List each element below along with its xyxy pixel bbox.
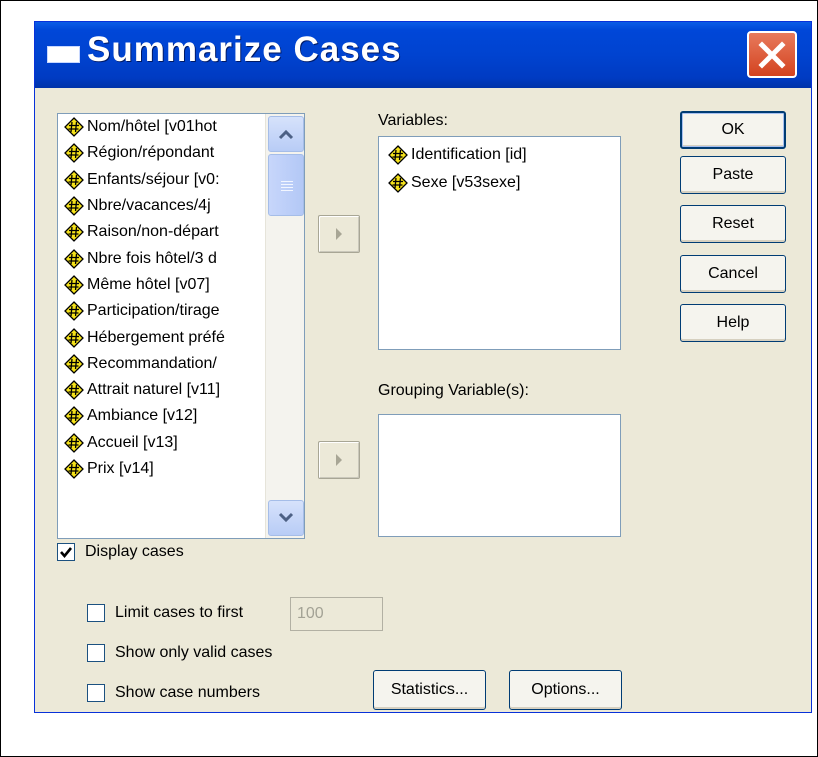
numeric-variable-icon	[64, 275, 84, 295]
reset-button[interactable]: Reset	[680, 205, 786, 243]
title-bar[interactable]: Summarize Cases	[35, 22, 811, 88]
source-item-label: Nom/hôtel [v01hot	[87, 118, 217, 136]
numeric-variable-icon	[64, 301, 84, 322]
source-item-label: Nbre fois hôtel/3 d	[87, 249, 217, 267]
source-list-item[interactable]: Enfants/séjour [v0:	[58, 167, 286, 193]
vertical-scrollbar[interactable]	[265, 114, 304, 538]
variables-list-items: Identification [id] Sexe [v53sexe]	[379, 137, 620, 197]
scroll-down-button[interactable]	[268, 500, 304, 536]
numeric-variable-icon	[64, 117, 84, 138]
source-variable-list[interactable]: Nom/hôtel [v01hot Région/répondant Enfants…	[57, 113, 305, 539]
cancel-button[interactable]: Cancel	[680, 255, 786, 293]
source-item-label: Accueil [v13]	[87, 433, 178, 451]
variable-item-label: Identification [id]	[411, 146, 527, 163]
chevron-up-icon	[278, 129, 294, 140]
source-item-label: Enfants/séjour [v0:	[87, 170, 220, 188]
source-item-label: Prix [v14]	[87, 460, 154, 477]
case-numbers-checkbox[interactable]	[87, 684, 105, 702]
display-cases-option[interactable]: Display cases	[57, 543, 184, 561]
source-list-item[interactable]: Recommandation/	[58, 351, 286, 377]
numeric-variable-icon	[64, 380, 84, 401]
source-item-label: Ambiance [v12]	[87, 407, 198, 425]
source-item-label: Région/répondant	[87, 144, 215, 162]
limit-cases-input[interactable]: 100	[290, 597, 383, 631]
right-arrow-icon	[336, 228, 342, 240]
source-item-label: Raison/non-départ	[87, 223, 219, 241]
source-list-item[interactable]: Accueil [v13]	[58, 430, 286, 456]
case-numbers-option[interactable]: Show case numbers	[87, 684, 260, 702]
source-list-item[interactable]: Raison/non-départ	[58, 219, 286, 245]
numeric-variable-icon	[64, 353, 84, 374]
source-list-item[interactable]: Ambiance [v12]	[58, 403, 286, 429]
source-item-label: Participation/tirage	[87, 302, 220, 320]
numeric-variable-icon	[64, 248, 84, 269]
dialog-body: Nom/hôtel [v01hot Région/répondant Enfants…	[35, 88, 811, 714]
source-list-item[interactable]: Participation/tirage	[58, 298, 286, 324]
variable-list-item[interactable]: Identification [id]	[379, 141, 620, 169]
right-arrow-icon	[336, 454, 342, 466]
numeric-variable-icon	[64, 143, 84, 164]
variable-list-item[interactable]: Sexe [v53sexe]	[379, 169, 620, 197]
numeric-variable-icon	[64, 222, 84, 243]
source-item-label: Hébergement préfé	[87, 328, 225, 346]
checkmark-icon	[60, 547, 73, 559]
numeric-variable-icon	[64, 406, 84, 427]
source-item-label: Recommandation/	[87, 354, 217, 372]
limit-cases-checkbox[interactable]	[87, 604, 105, 622]
source-list-items: Nom/hôtel [v01hot Région/répondant Enfants…	[58, 114, 286, 482]
numeric-variable-icon	[64, 327, 84, 348]
source-item-label: Même hôtel [v07]	[87, 275, 210, 293]
source-list-item[interactable]: Même hôtel [v07]	[58, 272, 286, 298]
variables-label: Variables:	[378, 112, 448, 129]
paste-button[interactable]: Paste	[680, 156, 786, 194]
help-button[interactable]: Help	[680, 304, 786, 342]
chevron-down-icon	[278, 512, 294, 523]
limit-cases-option[interactable]: Limit cases to first	[87, 604, 243, 622]
move-to-variables-button[interactable]	[318, 215, 360, 253]
close-button[interactable]	[747, 31, 797, 78]
numeric-variable-icon	[64, 196, 84, 216]
statistics-button[interactable]: Statistics...	[373, 670, 486, 710]
display-cases-checkbox[interactable]	[57, 543, 75, 561]
numeric-variable-icon	[64, 169, 84, 190]
variable-item-label: Sexe [v53sexe]	[411, 174, 521, 191]
screenshot-frame: Summarize Cases Nom/hôtel [v01hot Région/…	[0, 0, 818, 757]
source-list-item[interactable]: Attrait naturel [v11]	[58, 377, 286, 403]
source-list-item[interactable]: Prix [v14]	[58, 456, 286, 482]
source-item-label: Nbre/vacances/4j	[87, 197, 211, 215]
numeric-variable-icon	[388, 145, 408, 165]
valid-cases-label: Show only valid cases	[115, 644, 273, 661]
options-button[interactable]: Options...	[509, 670, 622, 710]
close-icon	[758, 40, 786, 69]
summarize-cases-dialog: Summarize Cases Nom/hôtel [v01hot Région/…	[34, 21, 812, 713]
scroll-up-button[interactable]	[268, 116, 304, 152]
window-icon	[47, 46, 80, 63]
numeric-variable-icon	[64, 459, 84, 479]
ok-button[interactable]: OK	[680, 111, 786, 149]
source-list-item[interactable]: Région/répondant	[58, 140, 286, 166]
grouping-variables-list[interactable]	[378, 414, 621, 537]
variables-list[interactable]: Identification [id] Sexe [v53sexe]	[378, 136, 621, 350]
valid-cases-checkbox[interactable]	[87, 644, 105, 662]
valid-cases-option[interactable]: Show only valid cases	[87, 644, 272, 662]
case-numbers-label: Show case numbers	[115, 684, 260, 701]
source-list-item[interactable]: Nbre fois hôtel/3 d	[58, 245, 286, 271]
grouping-variables-label: Grouping Variable(s):	[378, 382, 529, 399]
limit-cases-label: Limit cases to first	[115, 604, 244, 621]
source-list-item[interactable]: Hébergement préfé	[58, 324, 286, 350]
display-cases-label: Display cases	[85, 543, 184, 560]
move-to-grouping-button[interactable]	[318, 441, 360, 479]
numeric-variable-icon	[388, 173, 408, 193]
scroll-thumb[interactable]	[268, 154, 304, 216]
numeric-variable-icon	[64, 432, 84, 453]
dialog-title: Summarize Cases	[87, 30, 402, 69]
source-item-label: Attrait naturel [v11]	[87, 381, 221, 399]
source-list-item[interactable]: Nom/hôtel [v01hot	[58, 114, 286, 140]
source-list-item[interactable]: Nbre/vacances/4j	[58, 193, 286, 219]
